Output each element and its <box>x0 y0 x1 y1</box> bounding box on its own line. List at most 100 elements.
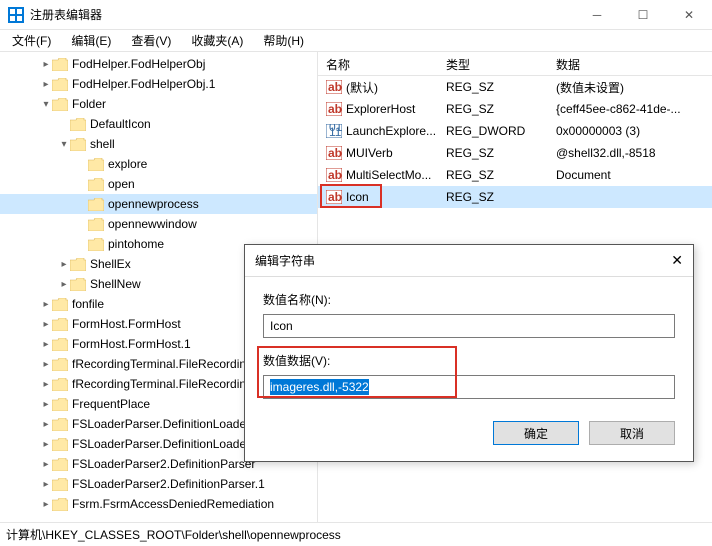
close-button[interactable]: ✕ <box>666 0 712 30</box>
maximize-button[interactable]: ☐ <box>620 0 666 30</box>
tree-toggle[interactable]: ▸ <box>40 419 52 430</box>
list-row[interactable]: 011110 LaunchExplore...REG_DWORD0x0000000… <box>318 120 712 142</box>
tree-node-opennewprocess[interactable]: opennewprocess <box>0 194 317 214</box>
dialog-close-button[interactable]: ✕ <box>653 252 683 269</box>
menubar: 文件(F) 编辑(E) 查看(V) 收藏夹(A) 帮助(H) <box>0 30 712 52</box>
tree-toggle[interactable]: ▸ <box>40 459 52 470</box>
cell-data: 0x00000003 (3) <box>548 124 712 138</box>
menu-edit[interactable]: 编辑(E) <box>65 30 117 51</box>
dialog-title: 编辑字符串 <box>255 252 653 269</box>
tree-node-fsloaderparser2-definitionparser-1[interactable]: ▸ FSLoaderParser2.DefinitionParser.1 <box>0 474 317 494</box>
folder-icon <box>52 478 68 491</box>
tree-toggle[interactable]: ▸ <box>58 259 70 270</box>
binary-value-icon: 011110 <box>326 124 342 138</box>
tree-toggle[interactable]: ▸ <box>40 319 52 330</box>
tree-label: pintohome <box>108 237 164 251</box>
list-row[interactable]: abExplorerHostREG_SZ{ceff45ee-c862-41de-… <box>318 98 712 120</box>
tree-toggle[interactable]: ▸ <box>40 59 52 70</box>
tree-label: FodHelper.FodHelperObj <box>72 57 205 71</box>
tree-toggle[interactable]: ▸ <box>40 299 52 310</box>
folder-icon <box>52 438 68 451</box>
menu-help[interactable]: 帮助(H) <box>257 30 310 51</box>
tree-toggle[interactable]: ▸ <box>40 339 52 350</box>
folder-icon <box>52 338 68 351</box>
tree-label: opennewprocess <box>108 197 199 211</box>
tree-node-opennewwindow[interactable]: opennewwindow <box>0 214 317 234</box>
value-name-input[interactable] <box>263 314 675 338</box>
col-type[interactable]: 类型 <box>438 52 548 75</box>
value-name: LaunchExplore... <box>346 124 436 138</box>
ok-button[interactable]: 确定 <box>493 421 579 445</box>
cell-name: abMultiSelectMo... <box>318 168 438 182</box>
value-name-label: 数值名称(N): <box>263 291 675 308</box>
col-data[interactable]: 数据 <box>548 52 712 75</box>
tree-node-shell[interactable]: ▾ shell <box>0 134 317 154</box>
tree-node-fsrm-fsrmaccessdeniedremediation[interactable]: ▸Fsrm.FsrmAccessDeniedRemediation <box>0 494 317 514</box>
tree-toggle[interactable]: ▸ <box>40 79 52 90</box>
value-data-input[interactable]: imageres.dll,-5322 <box>263 375 675 399</box>
value-data-label: 数值数据(V): <box>263 352 675 369</box>
folder-icon <box>52 458 68 471</box>
folder-icon <box>52 378 68 391</box>
folder-icon <box>52 298 68 311</box>
folder-icon <box>88 158 104 171</box>
dialog-titlebar[interactable]: 编辑字符串 ✕ <box>245 245 693 277</box>
list-row[interactable]: ab(默认)REG_SZ(数值未设置) <box>318 76 712 98</box>
cell-name: ab(默认) <box>318 79 438 96</box>
tree-toggle[interactable]: ▸ <box>40 479 52 490</box>
tree-label: FodHelper.FodHelperObj.1 <box>72 77 215 91</box>
tree-node-folder[interactable]: ▾Folder <box>0 94 317 114</box>
tree-node-fodhelper-fodhelperobj-1[interactable]: ▸ FodHelper.FodHelperObj.1 <box>0 74 317 94</box>
tree-label: FrequentPlace <box>72 397 150 411</box>
folder-icon <box>70 278 86 291</box>
tree-toggle[interactable]: ▸ <box>40 359 52 370</box>
minimize-button[interactable]: ─ <box>574 0 620 30</box>
value-name: MUIVerb <box>346 146 393 160</box>
list-header: 名称 类型 数据 <box>318 52 712 76</box>
tree-label: FormHost.FormHost.1 <box>72 337 191 351</box>
list-row[interactable]: abMUIVerbREG_SZ@shell32.dll,-8518 <box>318 142 712 164</box>
menu-view[interactable]: 查看(V) <box>125 30 177 51</box>
tree-toggle[interactable]: ▸ <box>40 379 52 390</box>
tree-toggle[interactable]: ▸ <box>40 499 52 510</box>
folder-icon <box>88 238 104 251</box>
list-body: ab(默认)REG_SZ(数值未设置)abExplorerHostREG_SZ{… <box>318 76 712 208</box>
folder-icon <box>88 178 104 191</box>
cell-type: REG_DWORD <box>438 124 548 138</box>
tree-label: FSLoaderParser2.DefinitionParser <box>72 457 255 471</box>
tree-label: open <box>108 177 135 191</box>
folder-icon <box>52 418 68 431</box>
string-value-icon: ab <box>326 190 342 204</box>
cancel-button[interactable]: 取消 <box>589 421 675 445</box>
list-row[interactable]: abMultiSelectMo...REG_SZDocument <box>318 164 712 186</box>
tree-toggle[interactable]: ▾ <box>40 99 52 110</box>
menu-favorites[interactable]: 收藏夹(A) <box>185 30 249 51</box>
col-name[interactable]: 名称 <box>318 52 438 75</box>
tree-label: FSLoaderParser2.DefinitionParser.1 <box>72 477 265 491</box>
menu-file[interactable]: 文件(F) <box>6 30 57 51</box>
edit-string-dialog: 编辑字符串 ✕ 数值名称(N): 数值数据(V): imageres.dll,-… <box>244 244 694 462</box>
value-name: MultiSelectMo... <box>346 168 431 182</box>
app-icon <box>8 7 24 23</box>
tree-label: shell <box>90 137 115 151</box>
tree-label: FSLoaderParser.DefinitionLoader.1 <box>72 437 259 451</box>
tree-toggle[interactable]: ▸ <box>40 399 52 410</box>
folder-icon <box>52 358 68 371</box>
tree-node-open[interactable]: open <box>0 174 317 194</box>
string-value-icon: ab <box>326 146 342 160</box>
tree-node-defaulticon[interactable]: DefaultIcon <box>0 114 317 134</box>
cell-name: abExplorerHost <box>318 102 438 116</box>
dialog-buttons: 确定 取消 <box>263 413 675 445</box>
tree-toggle[interactable]: ▸ <box>40 439 52 450</box>
cell-name: ab Icon <box>318 190 438 204</box>
tree-toggle[interactable]: ▸ <box>58 279 70 290</box>
tree-node-fodhelper-fodhelperobj[interactable]: ▸ FodHelper.FodHelperObj <box>0 54 317 74</box>
tree-node-explore[interactable]: explore <box>0 154 317 174</box>
value-name: Icon <box>346 190 369 204</box>
cell-name: 011110 LaunchExplore... <box>318 124 438 138</box>
tree-toggle[interactable]: ▾ <box>58 139 70 150</box>
window-title: 注册表编辑器 <box>30 6 574 23</box>
value-name: (默认) <box>346 79 378 96</box>
svg-text:ab: ab <box>328 146 342 160</box>
list-row[interactable]: abIconREG_SZ <box>318 186 712 208</box>
